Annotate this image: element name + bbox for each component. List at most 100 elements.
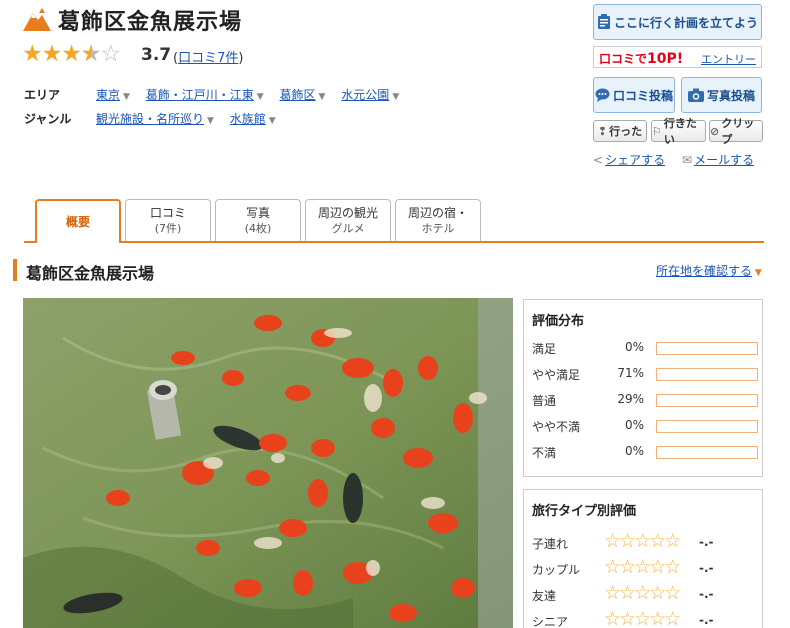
empty-stars-icon: ☆☆☆☆☆ [604,556,681,578]
post-review-label: 口コミ投稿 [612,88,673,103]
share-link[interactable]: < シェアする [593,151,665,168]
travel-type-label: カップル [532,563,581,577]
star-full-icon: ★ [22,41,43,67]
area-link[interactable]: 水元公園 [341,88,389,102]
footprint-icon: ❢ [597,124,608,138]
star-empty-icon: ☆ [100,41,122,67]
mail-icon: ✉ [682,153,693,167]
went-label: 行った [609,125,643,138]
want-to-go-button[interactable]: ⚐ 行きたい [651,117,706,146]
rating-distribution-title: 評価分布 [532,314,585,329]
went-button[interactable]: ❢ 行った [593,120,647,142]
travel-type-label: シニア [532,615,569,628]
rating-percent: 71% [617,366,644,380]
genre-link[interactable]: 水族館 [230,112,266,126]
share-icon: < [593,153,604,167]
spot-title: 葛飾区金魚展示場 [58,10,243,35]
tab-label: 概要 [65,214,90,229]
tab-reviews[interactable]: 口コミ (7件) [125,199,211,241]
section-title: 葛飾区金魚展示場 [26,264,155,283]
tab-sub-label: (7件) [154,221,182,235]
dropdown-triangle-icon[interactable]: ▼ [269,116,276,126]
camera-icon [687,88,704,102]
star-half-icon: ★★ [80,41,102,67]
area-link[interactable]: 葛飾区 [280,88,316,102]
review-count-label[interactable]: 口コミ7件 [178,51,238,66]
mail-label[interactable]: メールする [694,153,754,167]
empty-stars-icon: ☆☆☆☆☆ [604,608,681,628]
travel-type-value: -.- [699,613,714,627]
star-full-icon: ★ [41,41,63,67]
clip-label: クリップ [721,117,755,146]
travel-type-label: 子連れ [532,537,569,551]
rating-label: 普通 [532,394,557,408]
clip-button[interactable]: ⊘ クリップ [709,117,763,146]
walking-icon: ⚐ [652,124,662,138]
rating-bar [656,342,758,355]
tab-sub-label: ホテル [421,221,455,235]
mail-link[interactable]: ✉ メールする [682,151,754,168]
post-photo-button[interactable]: 写真投稿 [681,77,762,113]
plan-trip-button[interactable]: ここに行く計画を立てよう [593,4,762,40]
travel-type-row: カップル ☆☆☆☆☆ -.- [532,556,757,578]
plan-trip-label: ここに行く計画を立てよう [613,15,758,30]
dropdown-triangle-icon[interactable]: ▼ [392,92,399,102]
tab-nearby-hotels[interactable]: 周辺の宿・ ホテル [395,199,481,241]
genre-label: ジャンル [24,112,72,126]
rating-percent: 29% [617,392,644,406]
share-label[interactable]: シェアする [605,153,665,167]
travel-type-value: -.- [699,535,714,549]
location-link[interactable]: 所在地を確認する ▼ [656,262,762,279]
location-label[interactable]: 所在地を確認する [656,264,752,278]
rating-bar [656,368,758,381]
rating-row: 不満 0% [532,444,758,460]
rating-bar [656,420,758,433]
tab-label: 周辺の観光 [317,205,378,220]
area-label: エリア [24,88,61,102]
points-value: 10P! [647,51,684,67]
travel-type-value: -.- [699,561,714,575]
area-link[interactable]: 葛飾・江戸川・江東 [146,88,254,102]
genre-link[interactable]: 観光施設・名所巡り [96,112,204,126]
travel-type-title: 旅行タイプ別評価 [532,504,637,519]
speech-bubble-icon [595,88,610,102]
tab-bar: 概要 口コミ (7件) 写真 (4枚) 周辺の観光 グルメ 周辺の宿・ ホテル [24,199,764,243]
paperclip-icon: ⊘ [710,124,720,138]
tab-sub-label: (4枚) [244,221,272,235]
empty-stars-icon: ☆☆☆☆☆ [604,582,681,604]
dropdown-triangle-icon[interactable]: ▼ [319,92,326,102]
star-full-icon: ★ [61,41,82,67]
rating-stars: ★★★★★☆ [22,41,122,67]
tab-overview[interactable]: 概要 [35,199,121,243]
rating-label: やや不満 [532,420,581,434]
post-review-button[interactable]: 口コミ投稿 [593,77,675,113]
tab-label: 周辺の宿・ [407,205,468,220]
rating-percent: 0% [624,418,644,432]
rating-percent: 0% [624,340,644,354]
tab-photos[interactable]: 写真 (4枚) [215,199,301,241]
rating-label: 不満 [532,446,557,460]
rating-label: やや満足 [532,368,581,382]
review-count-link[interactable]: (口コミ7件) [173,47,243,66]
dropdown-triangle-icon[interactable]: ▼ [257,92,264,102]
travel-type-value: -.- [699,587,714,601]
tab-label: 口コミ [149,205,186,220]
tab-label: 写真 [245,205,270,220]
section-accent-bar [13,259,17,281]
rating-row: やや満足 71% [532,366,758,382]
rating-row: 普通 29% [532,392,758,408]
rating-bar [656,446,758,459]
rating-label: 満足 [532,342,557,356]
dropdown-triangle-icon[interactable]: ▼ [207,116,214,126]
tab-nearby-sights[interactable]: 周辺の観光 グルメ [305,199,391,241]
tab-sub-label: グルメ [331,221,365,235]
rating-row: やや不満 0% [532,418,758,434]
entry-link[interactable]: エントリー [701,51,756,67]
review-points-banner: 口コミで10P! エントリー [593,46,762,68]
main-photo[interactable] [23,298,513,628]
area-link[interactable]: 東京 [96,88,120,102]
rating-score: 3.7 [141,45,172,65]
rating-percent: 0% [624,444,644,458]
dropdown-triangle-icon[interactable]: ▼ [123,92,130,102]
points-prefix: 口コミで [599,52,648,66]
